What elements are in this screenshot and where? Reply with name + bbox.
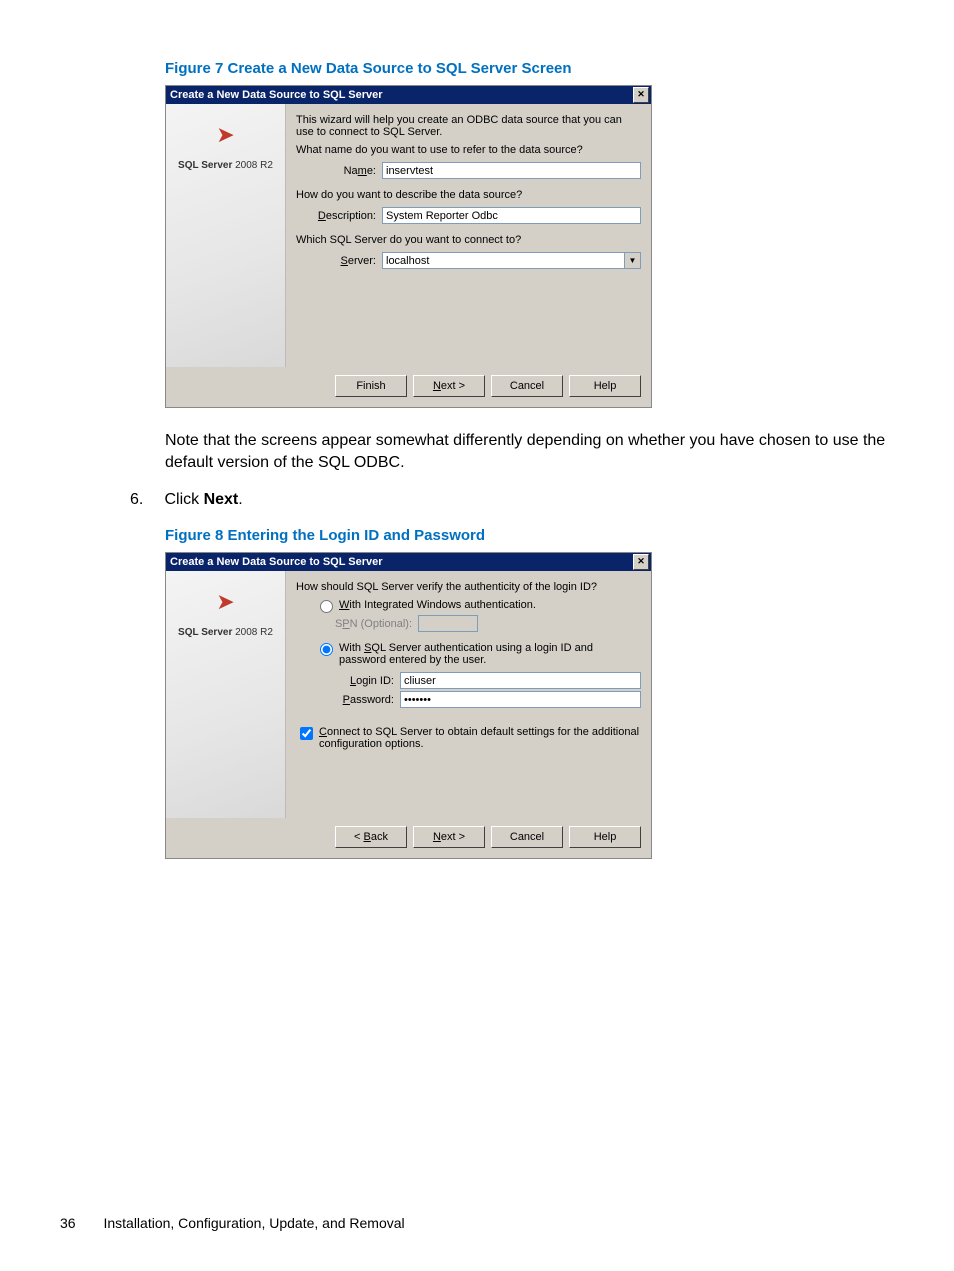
footer-section: Installation, Configuration, Update, and… [103, 1215, 404, 1231]
close-icon[interactable]: ✕ [633, 554, 649, 570]
radio-windows-auth[interactable] [320, 600, 333, 613]
figure7-dialog: Create a New Data Source to SQL Server ✕… [165, 85, 652, 408]
page-footer: 36 Installation, Configuration, Update, … [60, 1215, 405, 1231]
figure7-titlebar: Create a New Data Source to SQL Server ✕ [166, 86, 651, 104]
cancel-button[interactable]: Cancel [491, 375, 563, 397]
figure8-dialog: Create a New Data Source to SQL Server ✕… [165, 552, 652, 859]
next-button[interactable]: Next > [413, 826, 485, 848]
server-dropdown-icon[interactable]: ▼ [625, 252, 641, 269]
note-paragraph: Note that the screens appear somewhat di… [165, 430, 905, 473]
figure7-brand: SQL Server 2008 R2 [172, 160, 279, 171]
connect-defaults-label: Connect to SQL Server to obtain default … [319, 726, 641, 750]
step-bold: Next [204, 491, 239, 508]
figure8-titlebar: Create a New Data Source to SQL Server ✕ [166, 553, 651, 571]
cancel-button[interactable]: Cancel [491, 826, 563, 848]
login-input[interactable] [400, 672, 641, 689]
step-6: 6. Click Next. [130, 491, 894, 509]
description-input[interactable] [382, 207, 641, 224]
password-input[interactable] [400, 691, 641, 708]
radio-windows-label: With Integrated Windows authentication. [339, 599, 536, 611]
sql-logo-icon: ➤ [172, 124, 279, 146]
figure8-brand: SQL Server 2008 R2 [172, 627, 279, 638]
figure7-desc-q: How do you want to describe the data sou… [296, 189, 641, 201]
radio-sql-label: With SQL Server authentication using a l… [339, 642, 641, 666]
radio-sql-auth[interactable] [320, 643, 333, 656]
spn-label: SPN (Optional): [334, 618, 418, 630]
figure8-title: Create a New Data Source to SQL Server [170, 553, 383, 571]
step-number: 6. [130, 491, 160, 509]
figure8-q1: How should SQL Server verify the authent… [296, 581, 641, 593]
figure8-caption: Figure 8 Entering the Login ID and Passw… [165, 527, 894, 544]
name-label: Name: [296, 165, 382, 177]
figure7-side-image: ➤ SQL Server 2008 R2 [166, 104, 286, 367]
password-label: Password: [334, 694, 400, 706]
figure7-caption: Figure 7 Create a New Data Source to SQL… [165, 60, 894, 77]
page-number: 36 [60, 1215, 76, 1231]
name-input[interactable] [382, 162, 641, 179]
figure7-intro2: What name do you want to use to refer to… [296, 144, 641, 156]
figure7-server-q: Which SQL Server do you want to connect … [296, 234, 641, 246]
server-label: Server: [296, 255, 382, 267]
finish-button[interactable]: Finish [335, 375, 407, 397]
close-icon[interactable]: ✕ [633, 87, 649, 103]
description-label: Description: [296, 210, 382, 222]
spn-input [418, 615, 478, 632]
figure8-side-image: ➤ SQL Server 2008 R2 [166, 571, 286, 818]
figure7-title: Create a New Data Source to SQL Server [170, 86, 383, 104]
next-button[interactable]: Next > [413, 375, 485, 397]
figure7-intro1: This wizard will help you create an ODBC… [296, 114, 641, 138]
step-text-before: Click [164, 491, 203, 508]
server-input[interactable] [382, 252, 625, 269]
connect-defaults-checkbox[interactable] [300, 727, 313, 740]
help-button[interactable]: Help [569, 826, 641, 848]
back-button[interactable]: < Back [335, 826, 407, 848]
login-label: Login ID: [334, 675, 400, 687]
help-button[interactable]: Help [569, 375, 641, 397]
step-text-after: . [238, 491, 242, 508]
sql-logo-icon: ➤ [172, 591, 279, 613]
